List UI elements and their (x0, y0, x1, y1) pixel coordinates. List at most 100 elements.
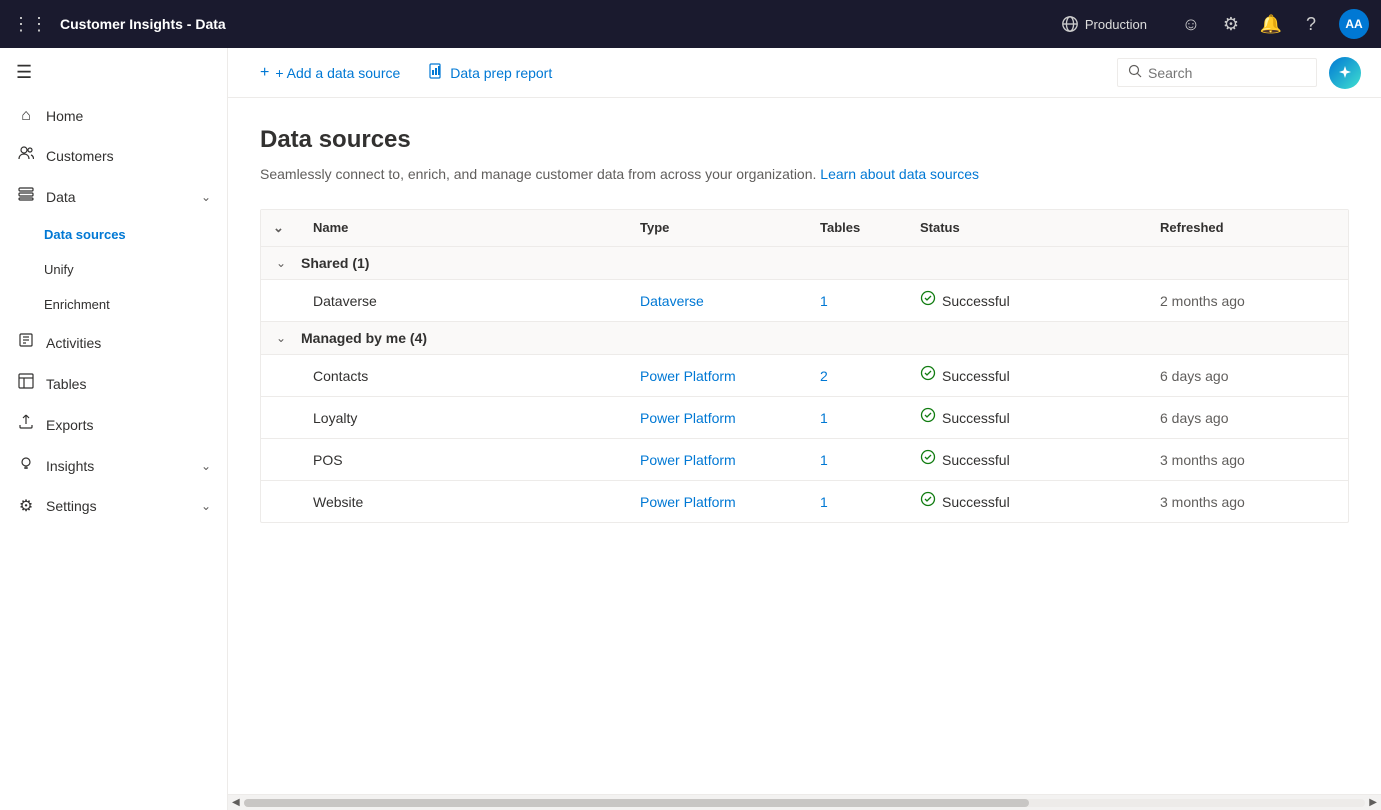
page-description: Seamlessly connect to, enrich, and manag… (260, 164, 1349, 185)
sidebar-item-insights[interactable]: Insights ⌄ (0, 445, 227, 486)
sidebar-item-data-sources[interactable]: Data sources (0, 217, 227, 252)
group-shared: ⌄ Shared (1) (261, 247, 1348, 280)
scroll-right-arrow[interactable]: ▶ (1369, 797, 1377, 808)
settings-icon[interactable]: ⚙ (1219, 12, 1243, 36)
sidebar-item-customers-label: Customers (46, 148, 114, 164)
data-prep-report-button[interactable]: Data prep report (416, 57, 564, 88)
sidebar-item-exports[interactable]: Exports (0, 404, 227, 445)
sidebar-item-unify[interactable]: Unify (0, 252, 227, 287)
row-website-status-label: Successful (942, 494, 1010, 510)
sort-icon[interactable]: ⌄ (273, 220, 284, 235)
sidebar-item-data-sources-label: Data sources (44, 227, 126, 242)
grid-icon[interactable]: ⋮⋮ (12, 14, 48, 35)
scrollbar-thumb[interactable] (244, 799, 1029, 807)
row-pos-status: Successful (908, 449, 1148, 470)
sidebar-item-settings[interactable]: ⚙ Settings ⌄ (0, 486, 227, 526)
row-contacts-refreshed: 6 days ago (1148, 368, 1348, 384)
env-selector[interactable]: Production (1061, 15, 1147, 33)
right-panel: + + Add a data source Data prep report (228, 48, 1381, 810)
sidebar-item-tables[interactable]: Tables (0, 363, 227, 404)
col-name[interactable]: Name (301, 220, 628, 236)
sidebar-item-unify-label: Unify (44, 262, 74, 277)
row-pos-refreshed: 3 months ago (1148, 452, 1348, 468)
page-header: Data sources Seamlessly connect to, enri… (228, 98, 1381, 201)
add-data-source-label: + Add a data source (275, 65, 400, 81)
status-check-icon (920, 491, 936, 512)
smiley-icon[interactable]: ☺ (1179, 12, 1203, 36)
settings-expand-icon: ⌄ (201, 499, 211, 513)
group-shared-chevron[interactable]: ⌄ (261, 256, 301, 270)
sidebar-item-tables-label: Tables (46, 376, 86, 392)
sidebar-item-insights-label: Insights (46, 458, 94, 474)
sidebar-item-data-label: Data (46, 189, 76, 205)
table-row: Website Power Platform 1 Successful 3 mo… (261, 481, 1348, 522)
status-check-icon (920, 290, 936, 311)
help-icon[interactable]: ? (1299, 12, 1323, 36)
row-dataverse-type: Dataverse (628, 293, 808, 309)
status-check-icon (920, 407, 936, 428)
col-refreshed[interactable]: Refreshed (1148, 220, 1348, 236)
col-chevron: ⌄ (261, 220, 301, 236)
copilot-button[interactable] (1329, 57, 1361, 89)
sidebar-item-data[interactable]: Data ⌄ (0, 176, 227, 217)
col-status[interactable]: Status (908, 220, 1148, 236)
tables-icon (16, 373, 36, 394)
sidebar-item-activities-label: Activities (46, 335, 101, 351)
sidebar-item-enrichment-label: Enrichment (44, 297, 110, 312)
learn-link[interactable]: Learn about data sources (820, 166, 979, 182)
group-managed-label: Managed by me (4) (301, 330, 1348, 346)
add-data-source-button[interactable]: + + Add a data source (248, 58, 412, 88)
row-contacts-name[interactable]: Contacts (301, 368, 628, 384)
row-dataverse-status-label: Successful (942, 293, 1010, 309)
sidebar: ☰ ⌂ Home Customers Data ⌄ Data sources U… (0, 48, 228, 810)
row-dataverse-tables: 1 (808, 293, 908, 309)
table-row: Loyalty Power Platform 1 Successful 6 da… (261, 397, 1348, 439)
status-check-icon (920, 365, 936, 386)
sidebar-item-home[interactable]: ⌂ Home (0, 97, 227, 135)
sidebar-toggle[interactable]: ☰ (0, 48, 227, 97)
col-type[interactable]: Type (628, 220, 808, 236)
group-managed-chevron[interactable]: ⌄ (261, 331, 301, 345)
row-contacts-status-label: Successful (942, 368, 1010, 384)
exports-icon (16, 414, 36, 435)
row-website-refreshed: 3 months ago (1148, 494, 1348, 510)
topbar-actions: ☺ ⚙ 🔔 ? AA (1179, 9, 1369, 39)
row-website-type: Power Platform (628, 494, 808, 510)
home-icon: ⌂ (16, 107, 36, 125)
sidebar-item-settings-label: Settings (46, 498, 97, 514)
scroll-left-arrow[interactable]: ◀ (232, 797, 240, 808)
plus-icon: + (260, 64, 269, 82)
customers-icon (16, 145, 36, 166)
page-title: Data sources (260, 126, 1349, 154)
data-expand-icon: ⌄ (201, 190, 211, 204)
sidebar-item-activities[interactable]: Activities (0, 322, 227, 363)
row-pos-tables: 1 (808, 452, 908, 468)
toolbar: + + Add a data source Data prep report (228, 48, 1381, 98)
data-prep-report-label: Data prep report (450, 65, 552, 81)
row-dataverse-name[interactable]: Dataverse (301, 293, 628, 309)
main-content: Data sources Seamlessly connect to, enri… (228, 98, 1381, 794)
row-loyalty-tables: 1 (808, 410, 908, 426)
row-website-status: Successful (908, 491, 1148, 512)
search-input[interactable] (1148, 65, 1306, 81)
data-table: ⌄ Name Type Tables Status Refreshed ⌄ Sh… (260, 209, 1349, 523)
user-avatar[interactable]: AA (1339, 9, 1369, 39)
col-tables[interactable]: Tables (808, 220, 908, 236)
row-website-tables: 1 (808, 494, 908, 510)
report-icon (428, 63, 444, 82)
scrollbar-track[interactable] (244, 799, 1366, 807)
sidebar-item-enrichment[interactable]: Enrichment (0, 287, 227, 322)
row-loyalty-refreshed: 6 days ago (1148, 410, 1348, 426)
row-loyalty-name[interactable]: Loyalty (301, 410, 628, 426)
sidebar-item-customers[interactable]: Customers (0, 135, 227, 176)
row-pos-status-label: Successful (942, 452, 1010, 468)
horizontal-scrollbar[interactable]: ◀ ▶ (228, 794, 1381, 810)
row-loyalty-type: Power Platform (628, 410, 808, 426)
bell-icon[interactable]: 🔔 (1259, 12, 1283, 36)
row-pos-name[interactable]: POS (301, 452, 628, 468)
search-box[interactable] (1117, 58, 1317, 87)
data-icon (16, 186, 36, 207)
activities-icon (16, 332, 36, 353)
row-website-name[interactable]: Website (301, 494, 628, 510)
row-loyalty-status: Successful (908, 407, 1148, 428)
